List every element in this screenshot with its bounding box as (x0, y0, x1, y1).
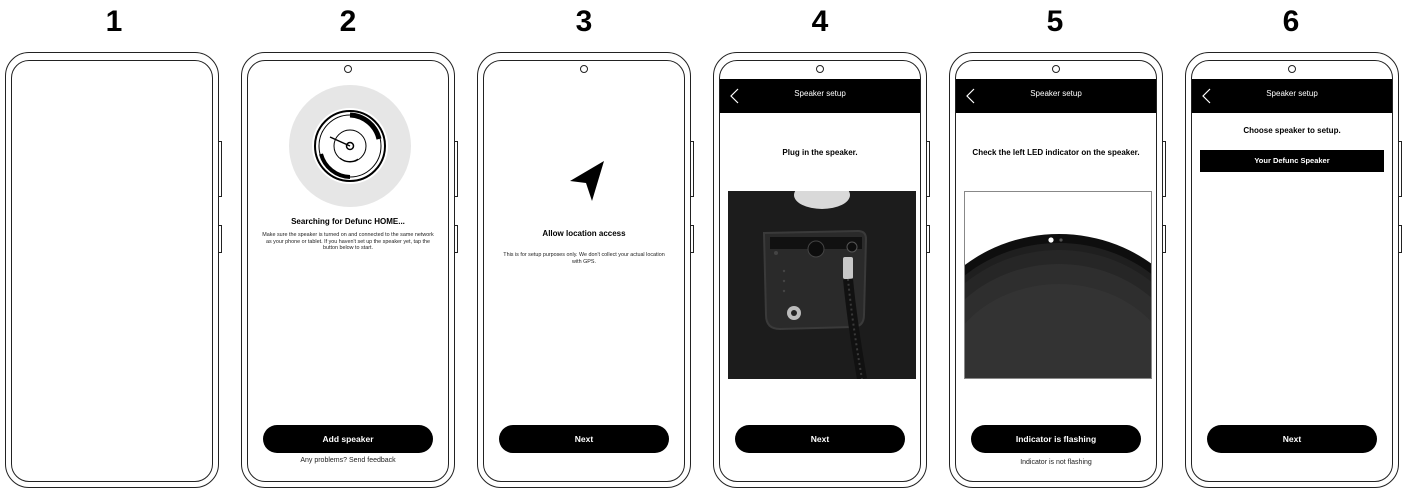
splash-screen: defunc HOME (11, 60, 213, 482)
app-bar-title: Speaker setup (1030, 89, 1082, 98)
search-headline: Searching for Defunc HOME... (291, 217, 405, 226)
speaker-led-photo (964, 191, 1152, 379)
choose-speaker-screen: Speaker setup Choose speaker to setup. Y… (1191, 60, 1393, 482)
next-button[interactable]: Next (499, 425, 669, 453)
volume-button (219, 141, 222, 197)
app-bar-title: Speaker setup (1266, 89, 1318, 98)
location-explanation: This is for setup purposes only. We don'… (503, 252, 665, 265)
radar-search-icon (289, 85, 411, 207)
location-headline: Allow location access (542, 229, 626, 238)
plug-in-headline: Plug in the speaker. (782, 148, 858, 157)
front-camera (1288, 65, 1296, 73)
power-button (927, 225, 930, 253)
volume-button (927, 141, 930, 197)
next-button[interactable]: Next (1207, 425, 1377, 453)
volume-button (691, 141, 694, 197)
app-bar-title: Speaker setup (794, 89, 846, 98)
power-button (219, 225, 222, 253)
home-wordmark: HOME (45, 273, 179, 314)
led-check-headline: Check the left LED indicator on the spea… (972, 148, 1140, 157)
app-bar: Speaker setup (1192, 79, 1392, 113)
phone-screen-5: Speaker setup Check the left LED indicat… (949, 52, 1166, 488)
phone-screen-1: defunc HOME (5, 52, 222, 488)
add-speaker-button[interactable]: Add speaker (263, 425, 433, 453)
app-bar: Speaker setup (956, 79, 1156, 113)
location-arrow-icon (570, 161, 604, 201)
step-number-4: 4 (811, 5, 829, 38)
volume-button (455, 141, 458, 197)
step-number-5: 5 (1046, 5, 1064, 38)
phone-screen-6: Speaker setup Choose speaker to setup. Y… (1185, 52, 1402, 488)
app-bar: Speaker setup (720, 79, 920, 113)
search-instructions: Make sure the speaker is turned on and c… (262, 232, 434, 252)
search-screen: Searching for Defunc HOME... Make sure t… (247, 60, 449, 482)
phone-screen-4: Speaker setup Plug in the speaker. Next (713, 52, 930, 488)
speaker-option-button[interactable]: Your Defunc Speaker (1200, 150, 1384, 172)
defunc-logo: defunc (72, 229, 152, 254)
indicator-flashing-button[interactable]: Indicator is flashing (971, 425, 1141, 453)
location-screen: Allow location access This is for setup … (483, 60, 685, 482)
speaker-port-photo (728, 191, 916, 379)
power-button (691, 225, 694, 253)
power-button (1163, 225, 1166, 253)
power-button (1399, 225, 1402, 253)
front-camera (344, 65, 352, 73)
plug-in-screen: Speaker setup Plug in the speaker. Next (719, 60, 921, 482)
indicator-not-flashing-link[interactable]: Indicator is not flashing (956, 459, 1156, 466)
step-number-6: 6 (1282, 5, 1300, 38)
phone-screen-3: Allow location access This is for setup … (477, 52, 694, 488)
volume-button (1163, 141, 1166, 197)
logo-divider (42, 264, 182, 265)
front-camera (1052, 65, 1060, 73)
front-camera (816, 65, 824, 73)
step-number-2: 2 (339, 5, 357, 38)
send-feedback-link[interactable]: Any problems? Send feedback (248, 457, 448, 464)
phone-screen-2: Searching for Defunc HOME... Make sure t… (241, 52, 458, 488)
choose-speaker-headline: Choose speaker to setup. (1243, 126, 1341, 135)
step-number-1: 1 (105, 5, 123, 38)
volume-button (1399, 141, 1402, 197)
power-button (455, 225, 458, 253)
step-number-3: 3 (575, 5, 593, 38)
front-camera (580, 65, 588, 73)
led-check-screen: Speaker setup Check the left LED indicat… (955, 60, 1157, 482)
next-button[interactable]: Next (735, 425, 905, 453)
